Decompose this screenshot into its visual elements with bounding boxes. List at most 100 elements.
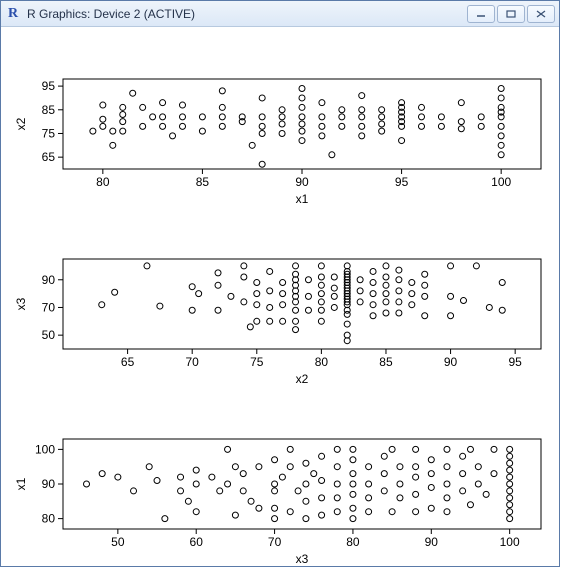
data-point xyxy=(240,488,246,494)
svg-text:65: 65 xyxy=(121,355,135,369)
data-point xyxy=(396,267,402,273)
data-point xyxy=(280,318,286,324)
minimize-button[interactable] xyxy=(467,5,495,23)
maximize-button[interactable] xyxy=(497,5,525,23)
svg-text:100: 100 xyxy=(500,535,520,549)
data-point xyxy=(413,509,419,515)
data-point xyxy=(381,453,387,459)
data-point xyxy=(498,133,504,139)
data-point xyxy=(331,285,337,291)
data-point xyxy=(199,128,205,134)
data-point xyxy=(458,126,464,132)
data-point xyxy=(507,509,513,515)
data-point xyxy=(131,488,137,494)
data-point xyxy=(409,302,415,308)
data-point xyxy=(413,491,419,497)
data-point xyxy=(383,291,389,297)
titlebar[interactable]: R R Graphics: Device 2 (ACTIVE) xyxy=(1,1,559,27)
data-point xyxy=(467,446,473,452)
data-point xyxy=(507,467,513,473)
close-icon xyxy=(536,10,546,18)
data-point xyxy=(272,481,278,487)
data-point xyxy=(448,263,454,269)
plot-3: 50607080901008090100x3x1 xyxy=(14,439,541,566)
data-point xyxy=(293,327,299,333)
data-point xyxy=(507,474,513,480)
data-point xyxy=(334,446,340,452)
data-point xyxy=(370,291,376,297)
svg-text:90: 90 xyxy=(295,175,309,189)
data-point xyxy=(419,104,425,110)
data-point xyxy=(225,446,231,452)
data-point xyxy=(438,114,444,120)
data-point xyxy=(254,318,260,324)
data-point xyxy=(305,293,311,299)
data-point xyxy=(359,133,365,139)
data-point xyxy=(311,471,317,477)
ylabel: x1 xyxy=(14,477,28,490)
data-point xyxy=(383,274,389,280)
data-point xyxy=(267,318,273,324)
data-point xyxy=(160,123,166,129)
data-point xyxy=(507,453,513,459)
data-point xyxy=(120,119,126,125)
data-point xyxy=(498,123,504,129)
data-point xyxy=(478,114,484,120)
data-point xyxy=(460,453,466,459)
data-point xyxy=(241,299,247,305)
data-point xyxy=(475,481,481,487)
data-point xyxy=(318,318,324,324)
data-point xyxy=(303,498,309,504)
data-point xyxy=(199,114,205,120)
data-point xyxy=(196,291,202,297)
data-point xyxy=(84,481,90,487)
data-point xyxy=(370,280,376,286)
data-point xyxy=(359,114,365,120)
data-point xyxy=(180,123,186,129)
data-point xyxy=(303,516,309,522)
data-point xyxy=(428,457,434,463)
plot-1: 8085909510065758595x1x2 xyxy=(14,79,541,206)
data-point xyxy=(486,304,492,310)
r-graphics-window: R R Graphics: Device 2 (ACTIVE) 80859095… xyxy=(0,0,560,567)
data-point xyxy=(383,310,389,316)
data-point xyxy=(344,311,350,317)
data-point xyxy=(240,471,246,477)
data-point xyxy=(100,102,106,108)
data-point xyxy=(350,516,356,522)
data-point xyxy=(112,289,118,295)
data-point xyxy=(507,446,513,452)
xlabel: x1 xyxy=(296,192,309,206)
svg-text:75: 75 xyxy=(250,355,264,369)
data-point xyxy=(319,100,325,106)
data-point xyxy=(331,274,337,280)
data-point xyxy=(438,123,444,129)
data-point xyxy=(287,509,293,515)
data-point xyxy=(241,263,247,269)
data-point xyxy=(507,488,513,494)
data-point xyxy=(305,277,311,283)
data-point xyxy=(110,142,116,148)
data-point xyxy=(491,471,497,477)
data-point xyxy=(99,302,105,308)
window-buttons xyxy=(467,5,555,23)
data-point xyxy=(399,138,405,144)
data-point xyxy=(507,502,513,508)
data-point xyxy=(383,263,389,269)
data-point xyxy=(357,277,363,283)
svg-text:50: 50 xyxy=(42,328,56,342)
data-point xyxy=(458,119,464,125)
data-point xyxy=(319,495,325,501)
data-point xyxy=(318,291,324,297)
data-point xyxy=(499,280,505,286)
svg-text:70: 70 xyxy=(42,300,56,314)
data-point xyxy=(217,488,223,494)
data-point xyxy=(370,268,376,274)
svg-text:70: 70 xyxy=(268,535,282,549)
data-point xyxy=(254,302,260,308)
data-point xyxy=(318,307,324,313)
data-point xyxy=(491,446,497,452)
data-point xyxy=(130,90,136,96)
close-button[interactable] xyxy=(527,5,555,23)
data-point xyxy=(272,516,278,522)
